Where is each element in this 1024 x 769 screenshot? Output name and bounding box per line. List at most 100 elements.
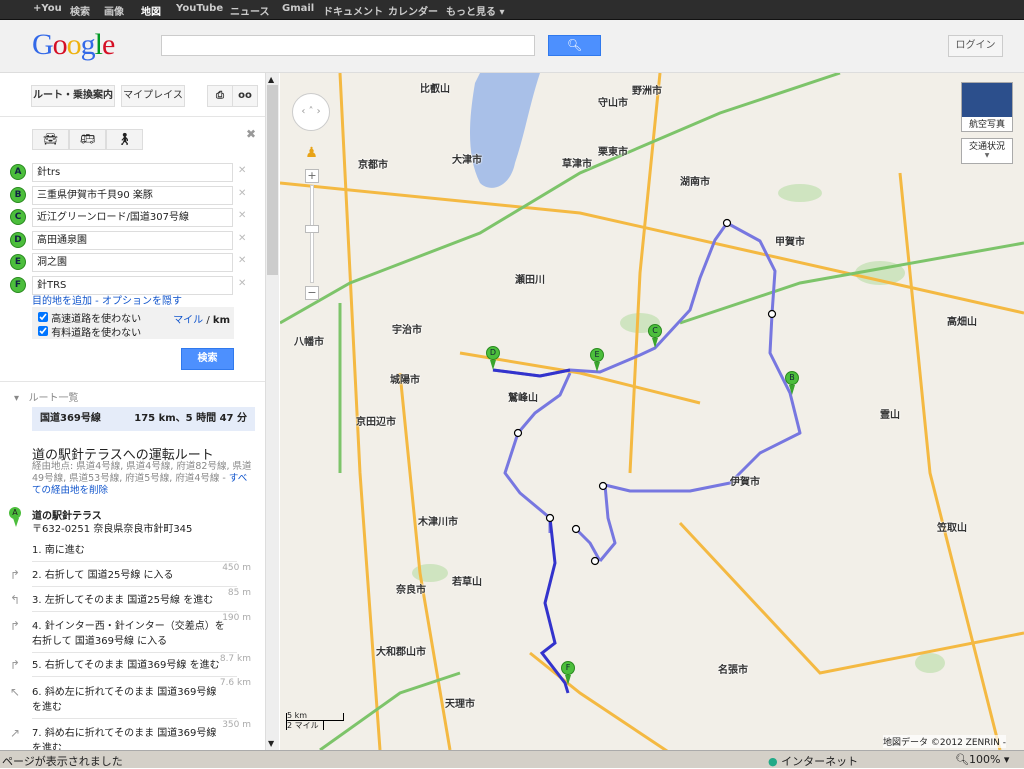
remove-waypoint-icon[interactable]: ✕ xyxy=(238,210,246,221)
search-input[interactable] xyxy=(161,35,535,56)
internet-zone: ● インターネット xyxy=(768,753,858,769)
avoid-highway-checkbox[interactable] xyxy=(38,312,48,322)
waypoint-marker-icon[interactable]: C xyxy=(10,209,26,225)
waypoint-input[interactable]: 近江グリーンロード/国道307号線 xyxy=(32,208,233,227)
waypoint-row: B 三重県伊賀市千貝90 楽豚 ✕ xyxy=(10,185,270,206)
waypoint-row: D 高田通泉園 ✕ xyxy=(10,230,270,251)
topbar-link[interactable]: カレンダー xyxy=(388,3,438,18)
scale-km: 5 km xyxy=(286,712,344,721)
print-icon: ⎙ xyxy=(216,90,224,101)
traffic-button[interactable]: 交通状況 ▼ xyxy=(961,138,1013,164)
topbar-link[interactable]: もっと見る ▾ xyxy=(446,3,505,18)
walk-mode-button[interactable]: 🚶︎ xyxy=(106,129,143,150)
waypoint-input[interactable]: 洞之園 xyxy=(32,253,233,272)
waypoint-marker-icon[interactable]: A xyxy=(10,164,26,180)
zoom-slider[interactable] xyxy=(310,185,314,283)
map-place-label: 天理市 xyxy=(445,699,475,710)
map-place-label: 鷲峰山 xyxy=(508,393,538,404)
satellite-thumbnail xyxy=(962,83,1012,117)
print-button[interactable]: ⎙ xyxy=(207,85,233,107)
route-marker-icon[interactable]: F xyxy=(561,661,575,685)
remove-waypoint-icon[interactable]: ✕ xyxy=(238,278,246,289)
myplaces-tab[interactable]: マイプレイス xyxy=(121,85,185,107)
step-text: 2. 右折して 国道25号線 に入る xyxy=(32,570,174,581)
map-place-label: 瀬田川 xyxy=(515,275,545,286)
marker-letter: C xyxy=(648,324,662,338)
google-bar: +You 検索 画像 地図 YouTube ニュース Gmail ドキュメント カレンダー もっと… xyxy=(0,0,1024,20)
map[interactable]: 比叡山 野洲市 守山市 大津市 京都市 栗東市 草津市 湖南市 甲賀市 宇治市 城陽市 京田辺市 鷲峰山… xyxy=(280,73,1024,750)
map-place-label: 湖南市 xyxy=(680,177,710,188)
pan-control[interactable]: ‹ ˄ › xyxy=(292,93,330,131)
waypoint-row: A 針trs ✕ xyxy=(10,163,270,183)
route-list-label: ルート一覧 xyxy=(28,393,79,404)
map-place-label: 霊山 xyxy=(880,410,900,421)
close-icon[interactable]: ✖ xyxy=(246,127,256,141)
map-place-label: 甲賀市 xyxy=(775,237,805,248)
panel-scrollbar[interactable]: ▼ ▲ xyxy=(265,73,279,750)
satellite-button[interactable]: 航空写真 xyxy=(961,82,1013,132)
route-marker-icon[interactable]: E xyxy=(590,348,604,372)
link-icon: oo xyxy=(238,90,252,101)
satellite-label: 航空写真 xyxy=(968,120,1005,130)
waypoint-marker-icon[interactable]: E xyxy=(10,254,26,270)
avoid-toll-checkbox[interactable] xyxy=(38,326,48,336)
route-marker-icon[interactable]: D xyxy=(486,346,500,370)
topbar-link[interactable]: 検索 xyxy=(70,3,90,18)
map-place-label: 奈良市 xyxy=(396,585,426,596)
route-marker-icon[interactable]: C xyxy=(648,324,662,348)
remove-waypoint-icon[interactable]: ✕ xyxy=(238,255,246,266)
step-text: 5. 右折してそのまま 国道369号線 を進む xyxy=(32,660,220,671)
zoom-in-button[interactable]: + xyxy=(305,169,319,183)
route-list-toggle[interactable]: ▾ ルート一覧 xyxy=(14,389,79,404)
waypoint-input[interactable]: 針trs xyxy=(32,163,233,182)
topbar-link[interactable]: ドキュメント xyxy=(323,3,383,18)
zoom-level-label: 100% xyxy=(968,753,1001,766)
add-destination-link[interactable]: 目的地を追加 xyxy=(32,296,92,307)
car-mode-button[interactable]: 🚘︎ xyxy=(32,129,69,150)
map-place-label: 京田辺市 xyxy=(356,417,396,428)
remove-waypoint-icon[interactable]: ✕ xyxy=(238,233,246,244)
link-button[interactable]: oo xyxy=(232,85,258,107)
map-place-label: 比叡山 xyxy=(420,84,450,95)
waypoint-marker-icon[interactable]: F xyxy=(10,276,26,293)
topbar-link[interactable]: Gmail xyxy=(282,3,314,14)
pegman-icon[interactable]: ♟ xyxy=(304,145,319,165)
zoom-level[interactable]: 🔍︎100% ▾ xyxy=(955,753,1009,766)
waypoint-marker-icon[interactable]: B xyxy=(10,186,26,203)
route-tab[interactable]: ルート・乗換案内 xyxy=(31,85,115,107)
topbar-link[interactable]: 画像 xyxy=(104,3,124,18)
unit-mile-link[interactable]: マイル xyxy=(173,315,203,326)
search-button[interactable]: 🔍︎ xyxy=(548,35,601,56)
route-option[interactable]: 国道369号線 175 km、5 時間 47 分 xyxy=(32,407,255,431)
map-place-label: 大和郡山市 xyxy=(376,647,426,658)
walk-icon: 🚶︎ xyxy=(116,132,133,146)
waypoint-input[interactable]: 三重県伊賀市千貝90 楽豚 xyxy=(32,185,233,205)
login-button[interactable]: ログイン xyxy=(948,35,1003,57)
remove-waypoint-icon[interactable]: ✕ xyxy=(238,188,246,199)
topbar-link[interactable]: ニュース xyxy=(230,3,270,18)
hide-options-link[interactable]: オプションを隠す xyxy=(102,296,182,307)
topbar-link[interactable]: 地図 xyxy=(141,3,161,18)
map-place-label: 名張市 xyxy=(718,665,748,676)
map-place-label: 守山市 xyxy=(598,98,628,109)
zoom-out-button[interactable]: − xyxy=(305,286,319,300)
waypoint-marker-icon[interactable]: D xyxy=(10,231,26,248)
unit-km[interactable]: km xyxy=(213,315,230,326)
remove-waypoint-icon[interactable]: ✕ xyxy=(238,165,246,176)
transit-mode-button[interactable]: 🚌︎ xyxy=(69,129,106,150)
marker-letter: F xyxy=(561,661,575,675)
status-text: ページが表示されました xyxy=(2,755,123,768)
status-bar: ページが表示されました ● インターネット 🔍︎100% ▾ xyxy=(0,750,1024,768)
topbar-link[interactable]: YouTube xyxy=(176,3,223,14)
step-text: 4. 針インター西・針インター（交差点）を右折して 国道369号線 に入る xyxy=(32,621,225,647)
search-route-button[interactable]: 検索 xyxy=(181,348,234,370)
route-marker-icon[interactable]: B xyxy=(785,371,799,395)
google-logo[interactable]: Google xyxy=(32,28,115,62)
topbar-link[interactable]: +You xyxy=(33,3,62,14)
waypoint-row: C 近江グリーンロード/国道307号線 ✕ xyxy=(10,208,270,228)
map-place-label: 若草山 xyxy=(452,577,482,588)
zoom-slider-handle[interactable] xyxy=(305,225,319,233)
map-place-label: 木津川市 xyxy=(418,517,458,528)
waypoint-input[interactable]: 高田通泉園 xyxy=(32,230,233,250)
step-text: 7. 斜め右に折れてそのまま 国道369号線 を進む xyxy=(32,728,217,750)
